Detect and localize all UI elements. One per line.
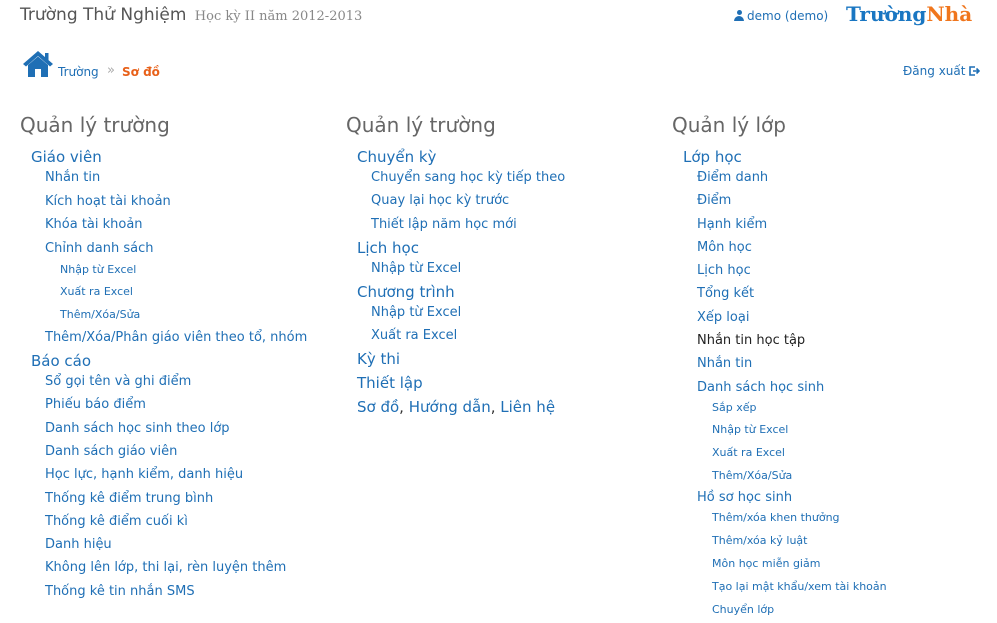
link-conduct[interactable]: Hạnh kiểm [697, 216, 887, 234]
link-average-score-stats[interactable]: Thống kê điểm trung bình [45, 490, 307, 508]
link-sms-stats[interactable]: Thống kê tin nhắn SMS [45, 583, 307, 601]
home-icon[interactable] [22, 50, 54, 82]
link-lock-account[interactable]: Khóa tài khoản [45, 216, 307, 234]
column-school-settings: Quản lý trường Chuyển kỳ Chuyển sang học… [346, 113, 565, 421]
group-curriculum[interactable]: Chương trình [357, 283, 565, 301]
link-students-by-class[interactable]: Danh sách học sinh theo lớp [45, 420, 307, 438]
link-send-message[interactable]: Nhắn tin [45, 169, 307, 187]
link-assign-teachers[interactable]: Thêm/Xóa/Phân giáo viên theo tổ, nhóm [45, 329, 307, 347]
link-new-school-year[interactable]: Thiết lập năm học mới [371, 216, 565, 234]
school-name: Trường Thử Nghiệm [20, 5, 187, 25]
site-title: Trường Thử Nghiệm Học kỳ II năm 2012-201… [20, 5, 362, 25]
column-title: Quản lý lớp [672, 113, 786, 137]
user-icon [734, 10, 744, 21]
group-exams[interactable]: Kỳ thi [357, 350, 565, 368]
breadcrumb-separator: » [107, 63, 115, 78]
group-settings[interactable]: Thiết lập [357, 374, 565, 392]
link-add-delete-edit[interactable]: Thêm/Xóa/Sửa [60, 307, 307, 323]
link-import-excel[interactable]: Nhập từ Excel [371, 304, 565, 322]
link-edit-list[interactable]: Chỉnh danh sách [45, 240, 307, 258]
breadcrumb-current: Sơ đồ [122, 65, 160, 79]
column-school-management: Quản lý trường Giáo viên Nhắn tin Kích h… [20, 113, 307, 606]
link-academic-conduct-titles[interactable]: Học lực, hạnh kiểm, danh hiệu [45, 466, 307, 484]
link-activate-account[interactable]: Kích hoạt tài khoản [45, 193, 307, 211]
link-import-excel[interactable]: Nhập từ Excel [712, 422, 887, 438]
link-schedule[interactable]: Lịch học [697, 262, 887, 280]
group-schedule[interactable]: Lịch học [357, 239, 565, 257]
link-final-score-stats[interactable]: Thống kê điểm cuối kì [45, 513, 307, 531]
link-attendance[interactable]: Điểm danh [697, 169, 887, 187]
group-change-term[interactable]: Chuyển kỳ [357, 148, 565, 166]
link-titles[interactable]: Danh hiệu [45, 536, 307, 554]
link-guide[interactable]: Hướng dẫn [409, 398, 491, 416]
link-add-delete-discipline[interactable]: Thêm/xóa kỷ luật [712, 533, 887, 549]
link-separator: , [490, 398, 496, 417]
footer-links: Sơ đồ, Hướng dẫn, Liên hệ [357, 398, 565, 416]
link-study-messages[interactable]: Nhắn tin học tập [697, 332, 887, 350]
link-export-excel[interactable]: Xuất ra Excel [371, 327, 565, 345]
group-classes[interactable]: Lớp học [683, 148, 887, 166]
link-grade-report[interactable]: Phiếu báo điểm [45, 396, 307, 414]
column-title: Quản lý trường [346, 113, 496, 137]
link-ranking[interactable]: Xếp loại [697, 309, 887, 327]
link-summary[interactable]: Tổng kết [697, 285, 887, 303]
link-separator: , [399, 398, 404, 417]
term-label: Học kỳ II năm 2012-2013 [194, 9, 363, 24]
link-contact[interactable]: Liên hệ [500, 398, 555, 416]
link-sitemap[interactable]: Sơ đồ [357, 398, 399, 416]
logout-icon [969, 66, 981, 76]
link-messages[interactable]: Nhắn tin [697, 355, 887, 373]
group-reports[interactable]: Báo cáo [31, 352, 307, 370]
link-retention-retest[interactable]: Không lên lớp, thi lại, rèn luyện thêm [45, 559, 307, 577]
link-previous-term[interactable]: Quay lại học kỳ trước [371, 192, 565, 210]
link-next-term[interactable]: Chuyển sang học kỳ tiếp theo [371, 169, 565, 187]
link-import-excel[interactable]: Nhập từ Excel [371, 260, 565, 278]
link-transfer-class[interactable]: Chuyển lớp [712, 602, 887, 618]
link-teacher-list[interactable]: Danh sách giáo viên [45, 443, 307, 461]
link-subjects[interactable]: Môn học [697, 239, 887, 257]
link-export-excel[interactable]: Xuất ra Excel [60, 284, 307, 300]
link-student-records[interactable]: Hồ sơ học sinh [697, 489, 887, 507]
user-menu-link[interactable]: demo (demo) [734, 9, 828, 23]
group-teachers[interactable]: Giáo viên [31, 148, 307, 166]
link-student-list[interactable]: Danh sách học sinh [697, 379, 887, 397]
logout-label: Đăng xuất [903, 64, 966, 78]
truongnha-logo[interactable]: TrườngNhà [846, 2, 972, 26]
column-title: Quản lý trường [20, 113, 170, 137]
logo-text-part2: Nhà [926, 2, 973, 26]
link-add-delete-edit[interactable]: Thêm/Xóa/Sửa [712, 468, 887, 484]
column-class-management: Quản lý lớp Lớp học Điểm danh Điểm Hạnh … [672, 113, 887, 623]
logout-link[interactable]: Đăng xuất [903, 64, 981, 78]
breadcrumb-home-link[interactable]: Trường [58, 65, 99, 79]
link-scores[interactable]: Điểm [697, 192, 887, 210]
link-add-delete-rewards[interactable]: Thêm/xóa khen thưởng [712, 510, 887, 526]
link-export-excel[interactable]: Xuất ra Excel [712, 445, 887, 461]
link-import-excel[interactable]: Nhập từ Excel [60, 262, 307, 278]
link-exempt-subjects[interactable]: Môn học miễn giảm [712, 556, 887, 572]
link-reset-password[interactable]: Tạo lại mật khẩu/xem tài khoản [712, 579, 887, 595]
user-name: demo (demo) [747, 9, 829, 23]
link-sort[interactable]: Sắp xếp [712, 400, 887, 416]
link-roll-call-book[interactable]: Sổ gọi tên và ghi điểm [45, 373, 307, 391]
logo-text-part1: Trường [846, 2, 927, 26]
